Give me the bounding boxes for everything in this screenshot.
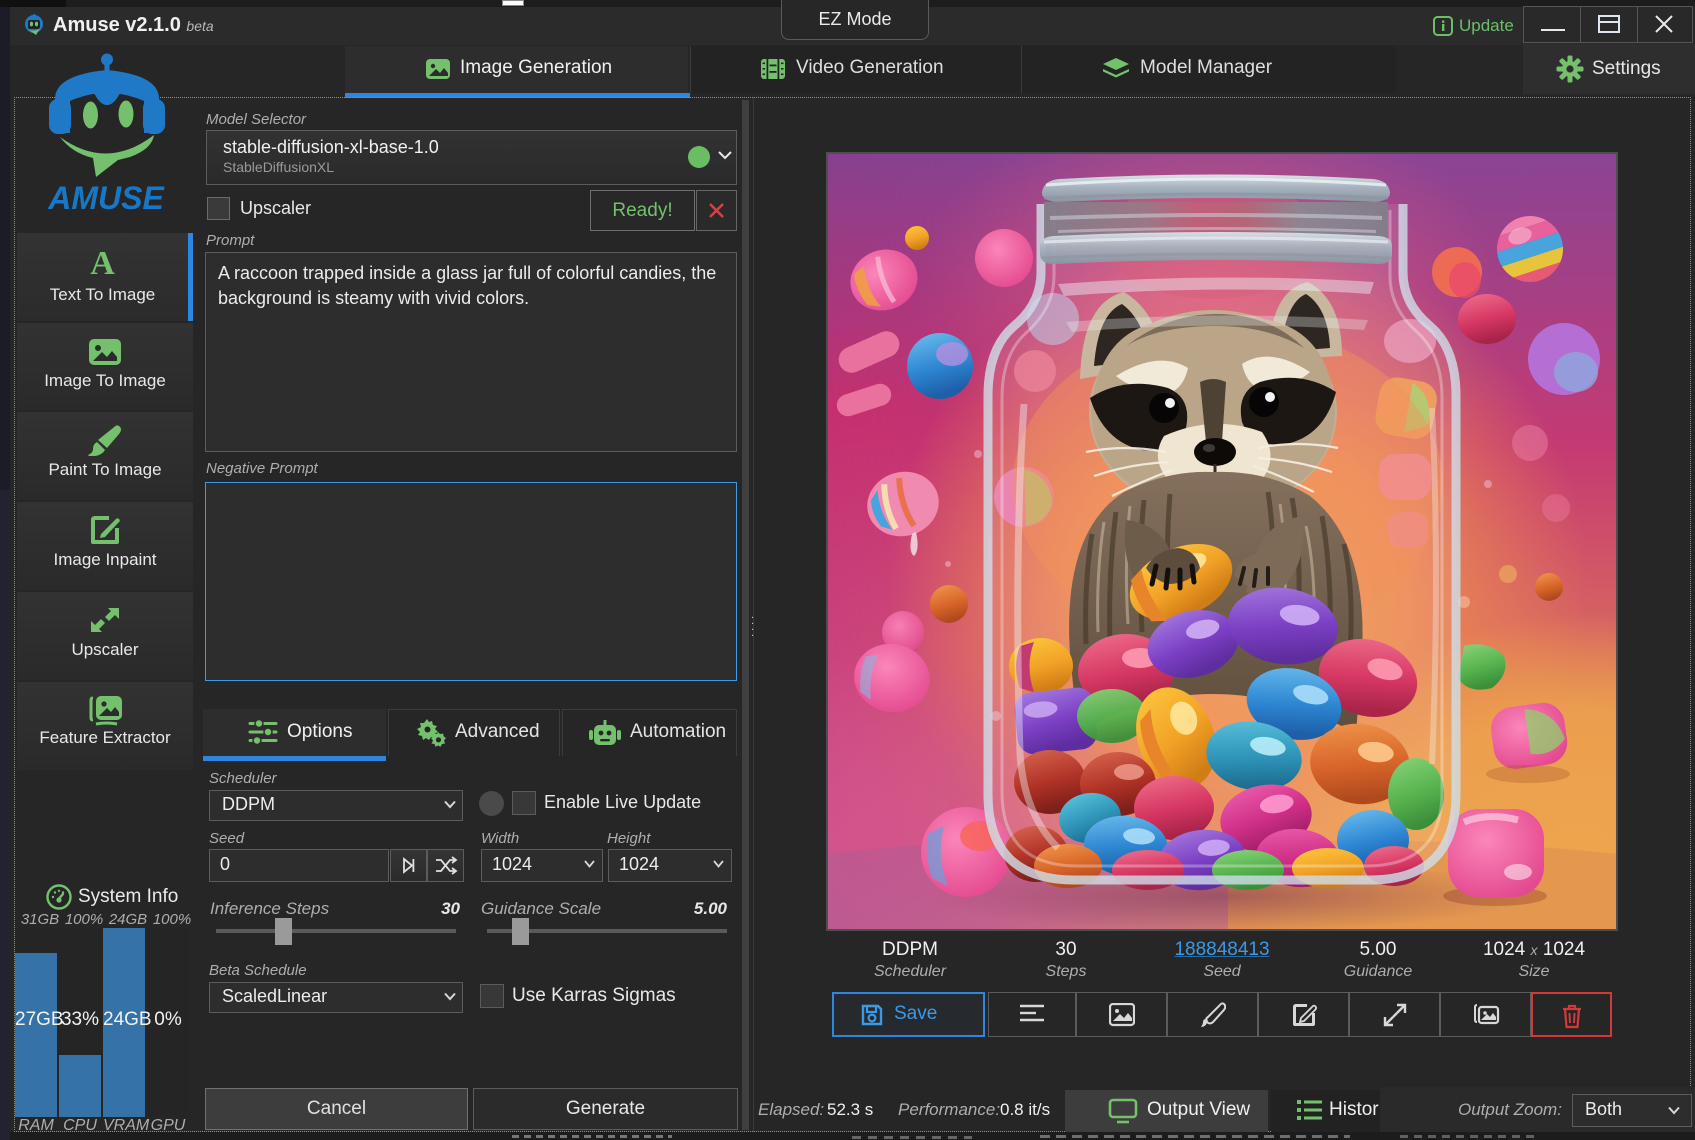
svg-text:AMUSE: AMUSE (47, 180, 165, 213)
